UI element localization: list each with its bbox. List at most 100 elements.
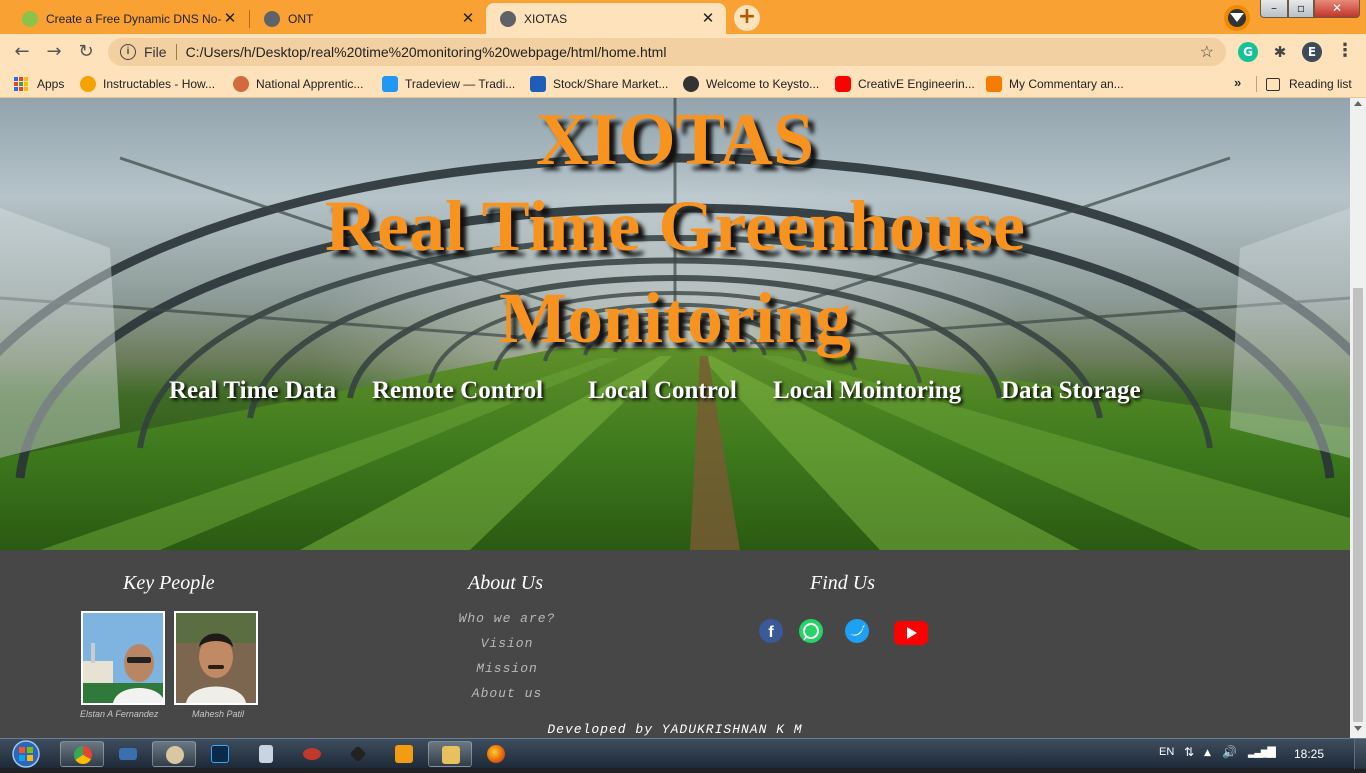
network-adapter-icon[interactable]: ⇅ — [1184, 745, 1194, 759]
about-link-mission[interactable]: Mission — [407, 661, 607, 676]
greenhouse-hero-banner: XIOTAS Real Time Greenhouse Monitoring R… — [0, 98, 1350, 550]
more-bookmarks-button[interactable]: » — [1234, 75, 1241, 90]
photoshop-icon — [211, 745, 229, 763]
tab-title: Create a Free Dynamic DNS No-I — [46, 11, 222, 26]
bookmark-label: Stock/Share Market... — [553, 77, 669, 91]
taskbar-calculator[interactable] — [244, 741, 288, 767]
avatar — [83, 613, 163, 703]
volume-icon[interactable]: 🔊 — [1222, 745, 1237, 759]
taskbar-keyboard[interactable] — [106, 741, 150, 767]
tab-search-button[interactable] — [1224, 5, 1250, 31]
taskbar-media-player[interactable] — [382, 741, 426, 767]
nav-local-control[interactable]: Local Control — [588, 377, 737, 405]
bookmark-instructables[interactable]: Instructables - How... — [80, 75, 215, 93]
about-link-who-we-are[interactable]: Who we are? — [407, 611, 607, 626]
signal-strength-icon[interactable]: ▂▃▅▇ — [1248, 745, 1276, 758]
bookmark-label: Tradeview — Tradi... — [405, 77, 516, 91]
taskbar-inkscape[interactable] — [336, 741, 380, 767]
taskbar-eye[interactable] — [290, 741, 334, 767]
bookmark-stock-market[interactable]: Stock/Share Market... — [530, 75, 668, 93]
apps-grid-icon — [14, 77, 28, 91]
taskbar-explorer[interactable] — [428, 741, 472, 767]
clock[interactable]: 18:25 — [1294, 747, 1324, 761]
bookmark-apps[interactable]: Apps — [14, 75, 64, 93]
show-hidden-icons-icon[interactable]: ▲ — [1204, 748, 1211, 758]
tab-strip: Create a Free Dynamic DNS No-I ✕ ONT ✕ X… — [0, 0, 1366, 34]
reading-list-label: Reading list — [1289, 77, 1352, 91]
twitter-icon[interactable] — [844, 618, 870, 648]
show-desktop-button[interactable] — [1354, 739, 1366, 769]
close-tab-icon[interactable]: ✕ — [700, 10, 716, 27]
browser-menu-button[interactable]: ⋮ — [1336, 42, 1354, 62]
back-button[interactable]: ← — [10, 40, 34, 64]
bookmark-label: My Commentary an... — [1009, 77, 1124, 91]
stock-market-icon — [530, 76, 546, 92]
chrome-icon — [74, 746, 92, 764]
url-text[interactable]: C:/Users/h/Desktop/real%20time%20monitor… — [186, 44, 1200, 60]
bookmark-my-commentary[interactable]: My Commentary an... — [986, 75, 1124, 93]
bookmark-creative-engineering[interactable]: CreativE Engineerin... — [835, 75, 975, 93]
bookmark-tradeview[interactable]: Tradeview — Tradi... — [382, 75, 515, 93]
close-window-button[interactable]: ✕ — [1314, 0, 1360, 18]
divider — [175, 44, 177, 60]
tradeview-icon — [382, 76, 398, 92]
maximize-window-button[interactable]: ▫ — [1288, 0, 1314, 18]
close-tab-icon[interactable]: ✕ — [222, 10, 238, 27]
profile-avatar[interactable]: E — [1302, 42, 1322, 62]
site-info-icon[interactable]: i — [120, 44, 136, 60]
page-scrollbar[interactable] — [1350, 98, 1366, 738]
instructables-icon — [80, 76, 96, 92]
bookmarks-bar: Apps Instructables - How... National App… — [0, 70, 1366, 98]
nav-local-monitoring[interactable]: Local Mointoring — [773, 377, 961, 405]
new-tab-button[interactable]: + — [734, 5, 760, 31]
minimize-window-button[interactable]: – — [1260, 0, 1288, 18]
about-link-vision[interactable]: Vision — [407, 636, 607, 651]
windows-taskbar: EN ⇅ ▲ 🔊 ▂▃▅▇ 18:25 — [0, 738, 1366, 769]
taskbar-firefox[interactable] — [474, 741, 518, 767]
extensions-puzzle-icon[interactable]: ✱ — [1270, 42, 1290, 62]
taskbar-photoshop[interactable] — [198, 741, 242, 767]
nav-remote-control[interactable]: Remote Control — [372, 377, 543, 405]
bookmark-keystone[interactable]: Welcome to Keysto... — [683, 75, 819, 93]
page-viewport: XIOTAS Real Time Greenhouse Monitoring R… — [0, 98, 1366, 738]
about-link-about-us[interactable]: About us — [407, 686, 607, 701]
language-indicator[interactable]: EN — [1159, 746, 1174, 758]
scrollbar-thumb[interactable] — [1353, 288, 1363, 722]
nav-real-time-data[interactable]: Real Time Data — [169, 377, 336, 405]
nav-data-storage[interactable]: Data Storage — [1001, 377, 1141, 405]
reading-list-button[interactable]: Reading list — [1266, 75, 1352, 93]
person-name: Elstan A Fernandez — [80, 709, 159, 719]
media-player-icon — [395, 745, 413, 763]
grammarly-icon[interactable]: G — [1238, 42, 1258, 62]
bookmark-star-icon[interactable]: ☆ — [1200, 42, 1214, 62]
taskbar-paint[interactable] — [152, 741, 196, 767]
find-us-heading: Find Us — [810, 572, 875, 594]
forward-button[interactable]: → — [42, 40, 66, 64]
key-people-heading: Key People — [123, 572, 215, 594]
scroll-down-icon[interactable] — [1354, 726, 1362, 731]
windows-logo-icon — [12, 740, 40, 768]
bookmark-label: Instructables - How... — [103, 77, 216, 91]
tab-dynamic-dns[interactable]: Create a Free Dynamic DNS No-I ✕ — [8, 3, 248, 34]
svg-text:f: f — [768, 624, 774, 641]
avatar — [176, 613, 256, 703]
start-button[interactable] — [8, 739, 44, 769]
whatsapp-icon[interactable] — [798, 618, 824, 648]
scroll-up-icon[interactable] — [1354, 101, 1362, 106]
globe-icon — [683, 76, 699, 92]
taskbar-chrome[interactable] — [60, 741, 104, 767]
youtube-icon[interactable] — [894, 621, 928, 649]
tab-xiotas[interactable]: XIOTAS ✕ — [486, 3, 726, 34]
dynamic-dns-favicon-icon — [22, 10, 38, 27]
keyboard-icon — [119, 748, 137, 760]
explorer-icon — [442, 746, 460, 764]
reload-button[interactable]: ↻ — [74, 40, 98, 64]
close-tab-icon[interactable]: ✕ — [460, 10, 476, 27]
bookmark-label: National Apprentic... — [256, 77, 364, 91]
tab-ont[interactable]: ONT ✕ — [250, 3, 486, 34]
blogger-icon — [986, 76, 1002, 92]
reading-list-icon — [1266, 77, 1280, 91]
bookmark-national-apprentice[interactable]: National Apprentic... — [233, 75, 363, 93]
address-bar[interactable]: i File C:/Users/h/Desktop/real%20time%20… — [108, 38, 1226, 66]
facebook-icon[interactable]: f — [758, 618, 784, 648]
